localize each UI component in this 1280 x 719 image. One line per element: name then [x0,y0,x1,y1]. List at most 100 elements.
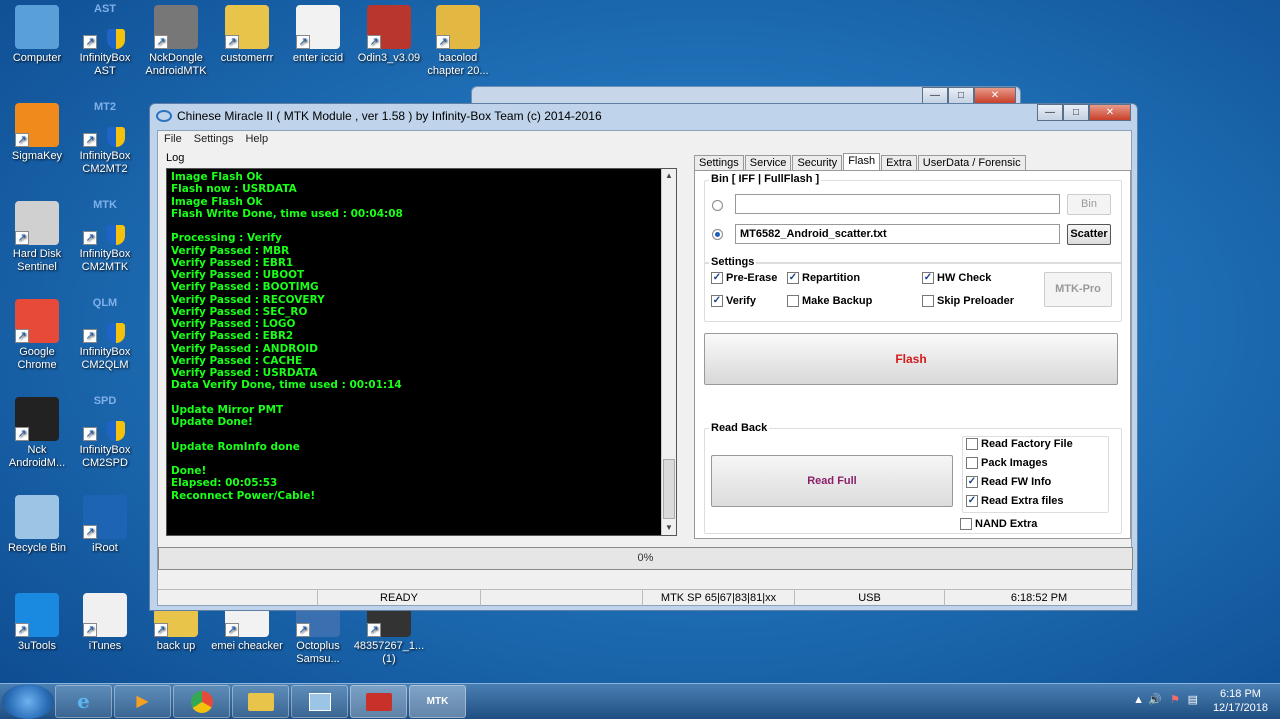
status-cell-empty-2 [481,590,643,607]
taskbar-control-icon[interactable] [291,685,348,718]
desktop-icon-hard-disk-sentinel[interactable]: ↗ Hard Disk Sentinel [0,201,74,274]
desktop-icon-sigmakey[interactable]: ↗ SigmaKey [0,103,74,163]
pre-erase-checkbox[interactable]: ✓ Pre-Erase [711,272,777,284]
desktop-icon-infinitybox-cm2qlm[interactable]: QLM ↗ InfinityBox CM2QLM [68,297,142,372]
read-factory-file-checkbox[interactable]: Read Factory File [966,438,1073,450]
menu-file[interactable]: File [164,133,182,147]
taskbar-mtk-icon[interactable]: MTK [409,685,466,718]
taskbar-chrome-icon[interactable] [173,685,230,718]
read-fw-info-checkbox[interactable]: ✓ Read FW Info [966,476,1051,488]
close-icon[interactable]: ✕ [974,87,1016,104]
taskbar-ie-icon[interactable]: e [55,685,112,718]
log-line: Image Flash Ok [171,195,263,208]
read-extra-files-checkbox[interactable]: ✓ Read Extra files [966,495,1064,507]
desktop-icon-label: SigmaKey [11,150,63,162]
bin-button[interactable]: Bin [1067,194,1111,215]
desktop-icon-label: back up [156,640,196,652]
checkbox-checked-icon: ✓ [966,476,978,488]
clock[interactable]: 6:18 PM 12/17/2018 [1213,687,1268,715]
desktop-icon-3utools[interactable]: ↗ 3uTools [0,593,74,653]
close-button[interactable]: ✕ [1089,104,1131,121]
desktop-icon-google-chrome[interactable]: ↗ Google Chrome [0,299,74,372]
checkbox-unchecked-icon [966,457,978,469]
desktop-icon-nck-androidm[interactable]: ↗ Nck AndroidM... [0,397,74,470]
nand-extra-checkbox[interactable]: NAND Extra [960,518,1037,530]
log-line: Flash now : USRDATA [171,183,297,196]
scroll-up-icon[interactable]: ▲ [662,169,676,183]
bin-radio[interactable] [712,200,723,211]
pack-images-checkbox[interactable]: Pack Images [966,457,1048,469]
log-line: Update RomInfo done [171,440,300,453]
desktop-icon-infinitybox-cm2mt2[interactable]: MT2 ↗ InfinityBox CM2MT2 [68,101,142,176]
repartition-checkbox[interactable]: ✓ Repartition [787,272,860,284]
minimize-icon[interactable]: — [922,87,948,104]
desktop-icon-odin3[interactable]: ↗ Odin3_v3.09 [352,5,426,65]
title-bar[interactable]: Chinese Miracle II ( MTK Module , ver 1.… [150,104,1137,128]
desktop-icon-recycle-bin[interactable]: Recycle Bin [0,495,74,555]
desktop-icon-nckdongle[interactable]: ↗ NckDongle AndroidMTK [139,5,213,78]
desktop-icon-label: InfinityBox AST [79,52,131,77]
shortcut-arrow-icon: ↗ [15,329,29,343]
log-line: Verify Passed : CACHE [171,354,303,367]
make-backup-checkbox[interactable]: Make Backup [787,295,872,307]
bin-group [704,180,1122,264]
scatter-path-field[interactable]: MT6582_Android_scatter.txt [735,224,1060,244]
taskbar-media-icon[interactable]: ▶ [114,685,171,718]
start-button[interactable] [2,684,54,719]
checkbox-unchecked-icon [960,518,972,530]
checkbox-checked-icon: ✓ [922,272,934,284]
tab-service[interactable]: Service [744,155,792,171]
shortcut-arrow-icon: ↗ [367,35,381,49]
scroll-down-icon[interactable]: ▼ [662,521,676,535]
menu-help[interactable]: Help [245,133,268,147]
desktop-icon-customerrr[interactable]: ↗ customerrr [210,5,284,65]
log-scrollbar[interactable]: ▲ ▼ [661,169,676,535]
desktop-icon-infinitybox-cm2spd[interactable]: SPD ↗ InfinityBox CM2SPD [68,395,142,470]
verify-checkbox[interactable]: ✓ Verify [711,295,756,307]
desktop-icon-itunes[interactable]: ↗ iTunes [68,593,142,653]
tab-settings[interactable]: Settings [694,155,744,171]
network-error-icon[interactable]: ⚑ [1170,693,1180,706]
network-icon[interactable]: ▤ [1188,693,1198,706]
minimize-button[interactable]: — [1037,104,1063,121]
desktop-icon-label: bacolod chapter 20... [427,52,489,77]
tab-security[interactable]: Security [792,155,843,171]
desktop-icon-label: 48357267_1... (1) [353,640,425,665]
volume-icon[interactable]: 🔊 [1148,693,1162,706]
desktop-icon-iroot[interactable]: ↗ iRoot [68,495,142,555]
desktop-icon-infinitybox-cm2mtk[interactable]: MTK ↗ InfinityBox CM2MTK [68,199,142,274]
desktop-icon-label: Odin3_v3.09 [357,52,421,64]
menu-settings[interactable]: Settings [194,133,234,147]
log-panel[interactable]: Image Flash Ok Flash now : USRDATA Image F… [166,168,677,536]
desktop-icon-enter-iccid[interactable]: ↗ enter iccid [281,5,355,65]
tab-userdata-forensic[interactable]: UserData / Forensic [917,155,1026,171]
scroll-thumb[interactable] [663,459,675,519]
shortcut-arrow-icon: ↗ [15,231,29,245]
mtk-pro-button[interactable]: MTK-Pro [1044,272,1112,307]
desktop-icon-bacolod[interactable]: ↗ bacolod chapter 20... [421,5,495,78]
taskbar-explorer-icon[interactable] [232,685,289,718]
scatter-button[interactable]: Scatter [1067,224,1111,245]
bin-path-field[interactable] [735,194,1060,214]
maximize-button[interactable]: □ [1063,104,1089,121]
shortcut-arrow-icon: ↗ [83,525,97,539]
scatter-radio[interactable] [712,229,723,240]
tray-expand-icon[interactable]: ▲ [1133,694,1144,706]
log-line: Reconnect Power/Cable! [171,489,316,502]
shortcut-arrow-icon: ↗ [367,623,381,637]
read-full-button[interactable]: Read Full [711,455,953,507]
hw-check-checkbox[interactable]: ✓ HW Check [922,272,991,284]
skip-preloader-checkbox[interactable]: Skip Preloader [922,295,1014,307]
status-chip: MTK SP 65|67|83|81|xx [643,590,795,607]
tab-extra[interactable]: Extra [881,155,917,171]
maximize-icon[interactable]: □ [948,87,974,104]
taskbar-toolbox-icon[interactable] [350,685,407,718]
desktop-icon-computer[interactable]: Computer [0,5,74,65]
taskbar: e ▶ MTK ▲ 🔊 ⚑ ▤ 6:18 PM 12/17/2018 [0,683,1280,719]
tab-flash[interactable]: Flash [843,153,881,171]
desktop-icon-infinitybox-ast[interactable]: AST ↗ InfinityBox AST [68,3,142,78]
skip-preloader-label: Skip Preloader [937,295,1015,307]
flash-button[interactable]: Flash [704,333,1118,385]
